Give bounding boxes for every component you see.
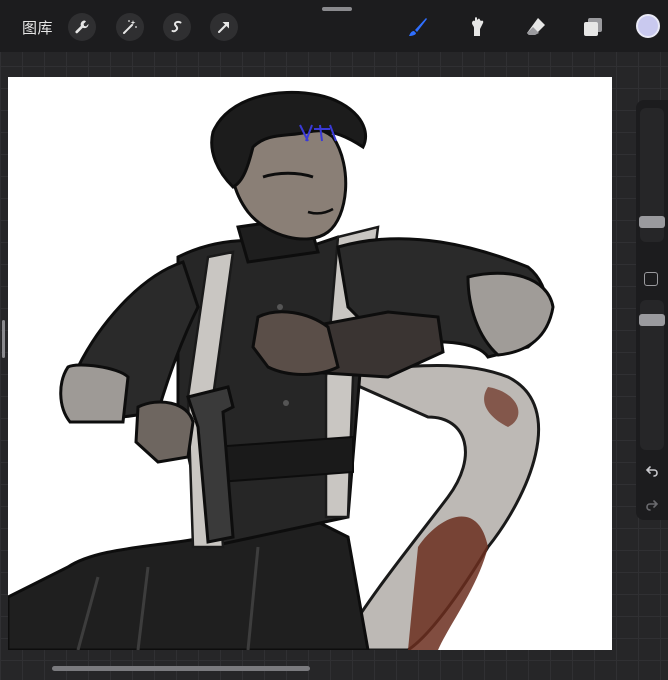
transform-arrow-icon bbox=[218, 22, 229, 33]
paint-button[interactable] bbox=[405, 14, 431, 40]
gun-hand bbox=[134, 400, 195, 464]
selection-button[interactable] bbox=[163, 13, 191, 41]
color-picker-button[interactable] bbox=[636, 14, 660, 38]
actions-button[interactable] bbox=[68, 13, 96, 41]
undo-icon bbox=[645, 466, 658, 477]
artwork-illustration bbox=[8, 90, 555, 650]
smudge-icon bbox=[472, 17, 484, 36]
undo-button[interactable] bbox=[643, 462, 661, 480]
opacity-knob[interactable] bbox=[639, 314, 665, 326]
sidebar-handle[interactable] bbox=[2, 320, 5, 358]
eraser-icon bbox=[527, 18, 545, 35]
brush-icon bbox=[409, 18, 427, 36]
brush-size-knob[interactable] bbox=[639, 216, 665, 228]
wrench-icon bbox=[75, 20, 89, 34]
layers-button[interactable] bbox=[580, 14, 606, 40]
eraser-button[interactable] bbox=[523, 14, 549, 40]
adjustments-button[interactable] bbox=[116, 13, 144, 41]
drawing-canvas[interactable] bbox=[8, 77, 612, 650]
redo-button[interactable] bbox=[643, 496, 661, 514]
redo-icon bbox=[646, 500, 659, 511]
gallery-button[interactable]: 图库 bbox=[22, 17, 53, 38]
transform-button[interactable] bbox=[210, 13, 238, 41]
selection-icon bbox=[171, 20, 182, 33]
top-toolbar: 图库 bbox=[0, 0, 668, 52]
coat-skirt bbox=[8, 515, 370, 650]
smudge-button[interactable] bbox=[464, 14, 490, 40]
magic-wand-icon bbox=[123, 20, 137, 34]
modify-button[interactable] bbox=[644, 272, 658, 286]
window-grabber[interactable] bbox=[322, 7, 352, 11]
layers-icon bbox=[584, 18, 602, 36]
horizontal-scroll-indicator[interactable] bbox=[52, 666, 310, 671]
